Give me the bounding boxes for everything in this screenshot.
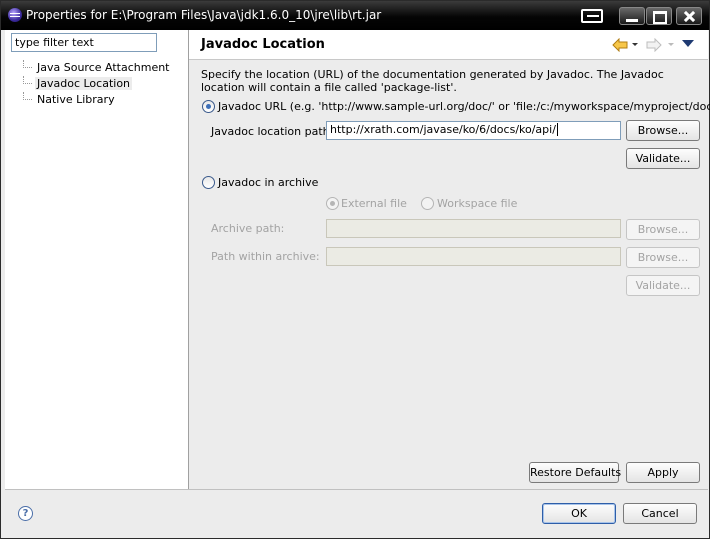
forward-arrow-icon — [646, 38, 662, 52]
close-icon[interactable] — [676, 7, 702, 25]
path-within-archive-input[interactable] — [326, 247, 621, 266]
page-title: Javadoc Location — [201, 37, 325, 52]
workspace-file-radio[interactable] — [421, 197, 434, 210]
view-menu-icon[interactable] — [682, 40, 694, 47]
javadoc-location-path-label: Javadoc location path: — [211, 125, 334, 138]
javadoc-validate-button[interactable]: Validate... — [626, 148, 700, 169]
restore-defaults-button[interactable]: Restore Defaults — [529, 462, 621, 483]
ok-button[interactable]: OK — [542, 503, 616, 524]
javadoc-archive-radio[interactable] — [202, 176, 215, 189]
external-file-label: External file — [341, 197, 407, 210]
forward-history-chevron-down-icon — [668, 43, 674, 46]
apply-button[interactable]: Apply — [626, 462, 700, 483]
javadoc-archive-label: Javadoc in archive — [218, 176, 319, 189]
path-within-archive-label: Path within archive: — [211, 250, 320, 263]
back-history-chevron-down-icon[interactable] — [632, 43, 638, 46]
javadoc-url-radio[interactable] — [202, 100, 215, 113]
sidebar: Java Source Attachment Javadoc Location … — [5, 30, 189, 489]
title-bar[interactable]: Properties for E:\Program Files\Java\jdk… — [1, 1, 709, 30]
back-arrow-icon[interactable] — [612, 38, 628, 52]
archive-path-input[interactable] — [326, 219, 621, 238]
sidebar-item-label: Javadoc Location — [35, 77, 133, 90]
app-icon — [8, 8, 22, 22]
external-file-radio[interactable] — [326, 197, 339, 210]
sidebar-item-native-library[interactable]: Native Library — [19, 92, 172, 108]
minimize-icon[interactable] — [619, 7, 645, 25]
sidebar-item-label: Java Source Attachment — [37, 61, 170, 74]
workspace-file-label: Workspace file — [437, 197, 518, 210]
path-within-browse-button[interactable]: Browse... — [626, 247, 700, 268]
restore-icon[interactable] — [581, 9, 603, 23]
page-header: Javadoc Location — [189, 30, 708, 60]
javadoc-location-path-input[interactable]: http://xrath.com/javase/ko/6/docs/ko/api… — [326, 121, 621, 140]
help-icon[interactable]: ? — [18, 506, 33, 521]
maximize-icon[interactable] — [646, 7, 672, 25]
cancel-button[interactable]: Cancel — [623, 503, 697, 524]
button-bar: ? OK Cancel — [5, 489, 708, 537]
sidebar-item-java-source-attachment[interactable]: Java Source Attachment — [19, 60, 172, 76]
window-title: Properties for E:\Program Files\Java\jdk… — [26, 8, 382, 22]
page-tree: Java Source Attachment Javadoc Location … — [19, 60, 172, 108]
archive-path-label: Archive path: — [211, 222, 285, 235]
page-content: Javadoc Location Specify the location (U… — [189, 30, 710, 489]
properties-dialog: Properties for E:\Program Files\Java\jdk… — [0, 0, 710, 539]
archive-validate-button[interactable]: Validate... — [626, 275, 700, 296]
sidebar-item-javadoc-location[interactable]: Javadoc Location — [19, 76, 172, 92]
javadoc-browse-button[interactable]: Browse... — [626, 120, 700, 141]
filter-input[interactable] — [11, 33, 157, 52]
page-description: Specify the location (URL) of the docume… — [201, 68, 664, 94]
sidebar-item-label: Native Library — [37, 93, 115, 106]
javadoc-url-label: Javadoc URL (e.g. 'http://www.sample-url… — [218, 100, 710, 113]
archive-browse-button[interactable]: Browse... — [626, 219, 700, 240]
